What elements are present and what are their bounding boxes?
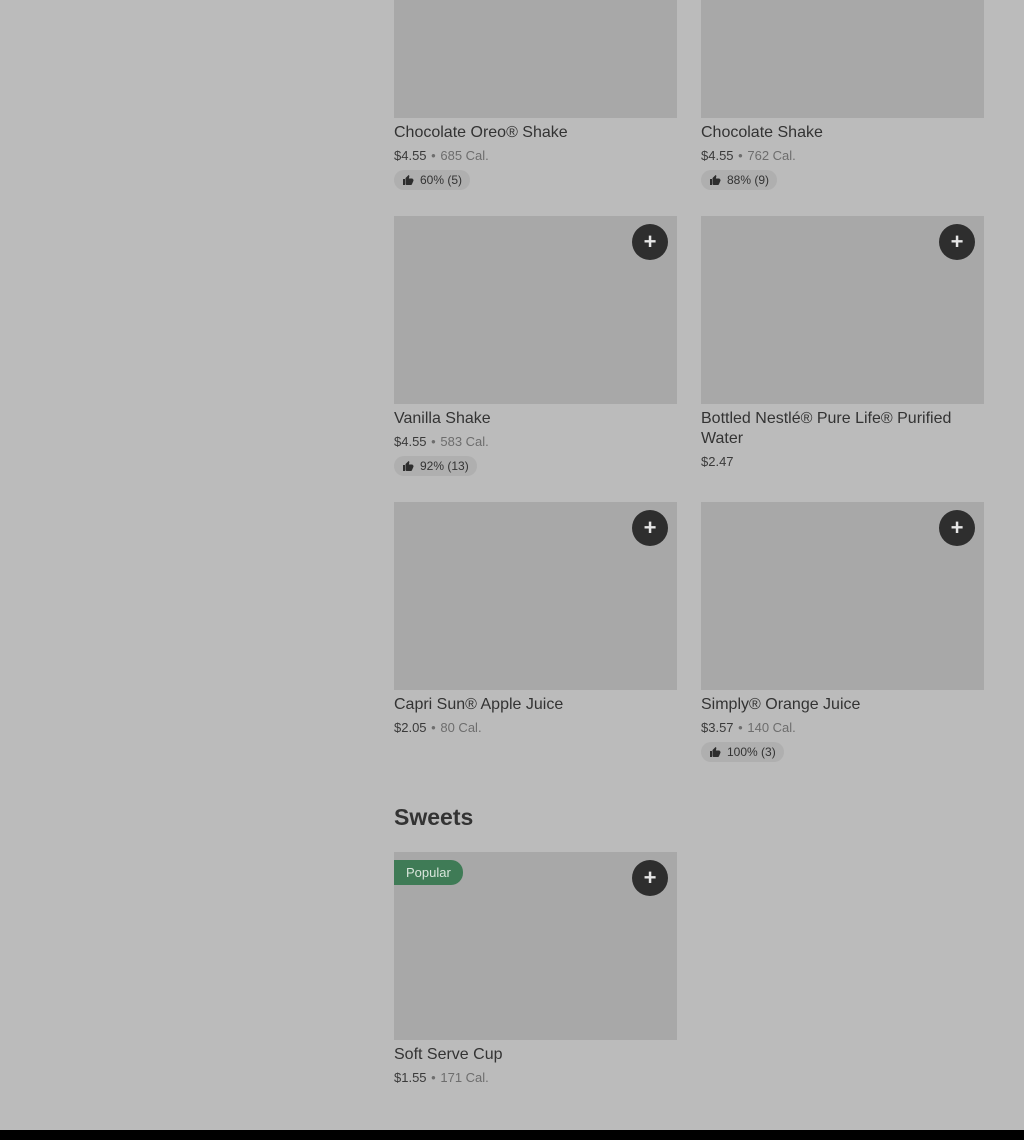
- item-name: Bottled Nestlé® Pure Life® Purified Wate…: [701, 410, 952, 447]
- rating-badge: 92% (13): [394, 456, 477, 476]
- thumbs-up-icon: [403, 175, 414, 185]
- item-meta: $2.47: [701, 454, 984, 470]
- separator: •: [738, 148, 743, 163]
- thumbs-up-icon: [710, 747, 721, 757]
- item-image[interactable]: +: [701, 502, 984, 690]
- plus-icon: +: [950, 515, 964, 540]
- item-price: $1.55: [394, 1070, 427, 1085]
- item-image[interactable]: [394, 0, 677, 118]
- add-to-cart-button[interactable]: +: [939, 510, 975, 546]
- item-meta: $4.55 • 583 Cal.: [394, 434, 677, 450]
- item-name: Chocolate Shake: [701, 124, 823, 141]
- item-image[interactable]: +: [701, 216, 984, 404]
- plus-icon: +: [643, 229, 657, 254]
- thumbs-up-icon: [710, 175, 721, 185]
- item-price: $4.55: [394, 434, 427, 449]
- thumbs-up-icon: [403, 461, 414, 471]
- item-image[interactable]: +: [394, 502, 677, 690]
- item-name: Simply® Orange Juice: [701, 696, 861, 713]
- item-meta: $4.55 • 762 Cal.: [701, 148, 984, 164]
- footer-bar: [0, 1130, 1024, 1140]
- item-calories: 583 Cal.: [440, 434, 489, 449]
- menu-item-card[interactable]: + Simply® Orange Juice $3.57 • 140 Cal. …: [701, 502, 984, 763]
- add-to-cart-button[interactable]: +: [632, 510, 668, 546]
- rating-badge: 88% (9): [701, 170, 778, 190]
- item-price: $3.57: [701, 720, 734, 735]
- menu-item-card[interactable]: + Bottled Nestlé® Pure Life® Purified Wa…: [701, 216, 984, 470]
- separator: •: [431, 148, 436, 163]
- item-meta: $4.55 • 685 Cal.: [394, 148, 677, 164]
- item-name: Capri Sun® Apple Juice: [394, 696, 564, 713]
- add-to-cart-button[interactable]: +: [939, 224, 975, 260]
- item-calories: 80 Cal.: [440, 720, 482, 735]
- rating-text: 92% (13): [420, 459, 469, 473]
- item-name: Chocolate Oreo® Shake: [394, 124, 568, 141]
- separator: •: [431, 1070, 436, 1085]
- item-name: Vanilla Shake: [394, 410, 491, 427]
- menu-item-card[interactable]: + Capri Sun® Apple Juice $2.05 • 80 Cal.: [394, 502, 677, 736]
- item-meta: $2.05 • 80 Cal.: [394, 720, 677, 736]
- item-image[interactable]: +: [394, 216, 677, 404]
- item-calories: 140 Cal.: [747, 720, 796, 735]
- menu-item-card[interactable]: Popular + Soft Serve Cup $1.55 • 171 Cal…: [394, 852, 677, 1086]
- section-title-sweets: Sweets: [394, 804, 474, 830]
- rating-text: 88% (9): [727, 173, 770, 187]
- item-price: $4.55: [701, 148, 734, 163]
- menu-item-card[interactable]: Chocolate Oreo® Shake $4.55 • 685 Cal. 6…: [394, 0, 677, 191]
- rating-text: 60% (5): [420, 173, 463, 187]
- item-image[interactable]: Popular +: [394, 852, 677, 1040]
- add-to-cart-button[interactable]: +: [632, 860, 668, 896]
- separator: •: [431, 720, 436, 735]
- plus-icon: +: [643, 515, 657, 540]
- item-calories: 171 Cal.: [440, 1070, 489, 1085]
- item-price: $2.47: [701, 454, 734, 469]
- menu-item-card[interactable]: + Vanilla Shake $4.55 • 583 Cal. 92% (13…: [394, 216, 677, 477]
- popular-badge: Popular: [394, 860, 463, 885]
- item-calories: 762 Cal.: [747, 148, 796, 163]
- separator: •: [431, 434, 436, 449]
- item-meta: $1.55 • 171 Cal.: [394, 1070, 677, 1086]
- rating-badge: 60% (5): [394, 170, 471, 190]
- plus-icon: +: [643, 865, 657, 890]
- item-price: $2.05: [394, 720, 427, 735]
- menu-item-card[interactable]: Chocolate Shake $4.55 • 762 Cal. 88% (9): [701, 0, 984, 191]
- rating-text: 100% (3): [727, 745, 776, 759]
- item-image[interactable]: [701, 0, 984, 118]
- add-to-cart-button[interactable]: +: [632, 224, 668, 260]
- rating-badge: 100% (3): [701, 742, 784, 762]
- item-calories: 685 Cal.: [440, 148, 489, 163]
- item-meta: $3.57 • 140 Cal.: [701, 720, 984, 736]
- separator: •: [738, 720, 743, 735]
- item-name: Soft Serve Cup: [394, 1046, 503, 1063]
- plus-icon: +: [950, 229, 964, 254]
- item-price: $4.55: [394, 148, 427, 163]
